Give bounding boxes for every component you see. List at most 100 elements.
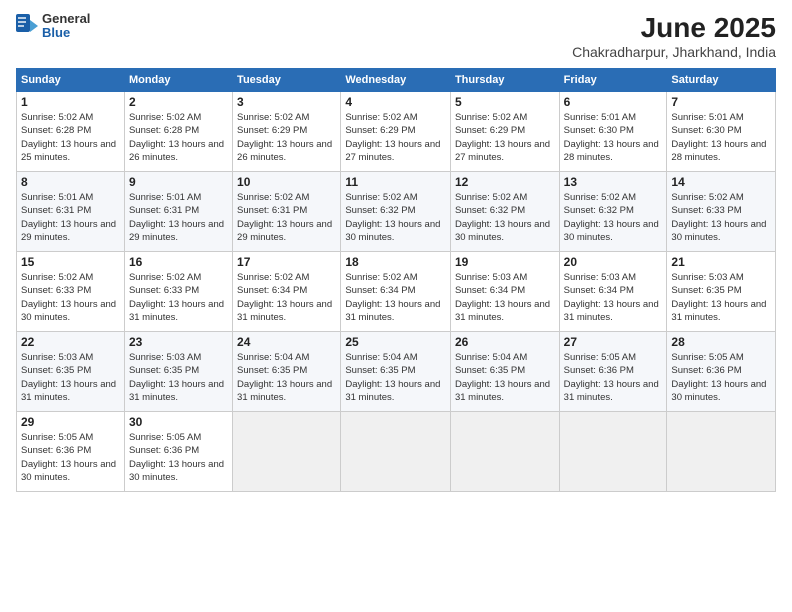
- day-number: 3: [237, 95, 336, 109]
- day-detail: Sunrise: 5:03 AMSunset: 6:34 PMDaylight:…: [455, 272, 550, 323]
- calendar-cell: 16 Sunrise: 5:02 AMSunset: 6:33 PMDaylig…: [124, 252, 232, 332]
- calendar-cell: 1 Sunrise: 5:02 AMSunset: 6:28 PMDayligh…: [17, 92, 125, 172]
- day-detail: Sunrise: 5:04 AMSunset: 6:35 PMDaylight:…: [455, 352, 550, 403]
- calendar-cell: 17 Sunrise: 5:02 AMSunset: 6:34 PMDaylig…: [233, 252, 341, 332]
- day-detail: Sunrise: 5:02 AMSunset: 6:28 PMDaylight:…: [21, 112, 116, 163]
- col-tuesday: Tuesday: [233, 69, 341, 92]
- calendar-title: June 2025: [572, 12, 776, 44]
- calendar-cell: 26 Sunrise: 5:04 AMSunset: 6:35 PMDaylig…: [450, 332, 559, 412]
- day-number: 14: [671, 175, 771, 189]
- day-detail: Sunrise: 5:02 AMSunset: 6:33 PMDaylight:…: [129, 272, 224, 323]
- day-detail: Sunrise: 5:05 AMSunset: 6:36 PMDaylight:…: [21, 432, 116, 483]
- calendar-cell: 10 Sunrise: 5:02 AMSunset: 6:31 PMDaylig…: [233, 172, 341, 252]
- logo-general-text: General: [42, 12, 90, 26]
- calendar-subtitle: Chakradharpur, Jharkhand, India: [572, 44, 776, 60]
- day-number: 18: [345, 255, 446, 269]
- calendar-cell: 15 Sunrise: 5:02 AMSunset: 6:33 PMDaylig…: [17, 252, 125, 332]
- day-detail: Sunrise: 5:04 AMSunset: 6:35 PMDaylight:…: [345, 352, 440, 403]
- day-detail: Sunrise: 5:01 AMSunset: 6:30 PMDaylight:…: [671, 112, 766, 163]
- logo-icon: [16, 12, 38, 40]
- day-number: 29: [21, 415, 120, 429]
- calendar-cell: 19 Sunrise: 5:03 AMSunset: 6:34 PMDaylig…: [450, 252, 559, 332]
- day-number: 17: [237, 255, 336, 269]
- day-number: 7: [671, 95, 771, 109]
- day-number: 11: [345, 175, 446, 189]
- day-detail: Sunrise: 5:02 AMSunset: 6:32 PMDaylight:…: [564, 192, 659, 243]
- day-number: 20: [564, 255, 663, 269]
- calendar-cell: [559, 412, 667, 492]
- day-detail: Sunrise: 5:05 AMSunset: 6:36 PMDaylight:…: [129, 432, 224, 483]
- day-detail: Sunrise: 5:02 AMSunset: 6:29 PMDaylight:…: [345, 112, 440, 163]
- calendar-header: Sunday Monday Tuesday Wednesday Thursday…: [17, 69, 776, 92]
- day-detail: Sunrise: 5:01 AMSunset: 6:31 PMDaylight:…: [129, 192, 224, 243]
- calendar-table: Sunday Monday Tuesday Wednesday Thursday…: [16, 68, 776, 492]
- day-number: 6: [564, 95, 663, 109]
- day-detail: Sunrise: 5:05 AMSunset: 6:36 PMDaylight:…: [671, 352, 766, 403]
- calendar-cell: 9 Sunrise: 5:01 AMSunset: 6:31 PMDayligh…: [124, 172, 232, 252]
- day-number: 16: [129, 255, 228, 269]
- day-detail: Sunrise: 5:02 AMSunset: 6:31 PMDaylight:…: [237, 192, 332, 243]
- calendar-cell: 14 Sunrise: 5:02 AMSunset: 6:33 PMDaylig…: [667, 172, 776, 252]
- day-number: 8: [21, 175, 120, 189]
- day-number: 26: [455, 335, 555, 349]
- logo: General Blue: [16, 12, 90, 41]
- day-detail: Sunrise: 5:03 AMSunset: 6:35 PMDaylight:…: [129, 352, 224, 403]
- day-number: 30: [129, 415, 228, 429]
- calendar-cell: [450, 412, 559, 492]
- day-detail: Sunrise: 5:02 AMSunset: 6:33 PMDaylight:…: [671, 192, 766, 243]
- calendar-cell: 2 Sunrise: 5:02 AMSunset: 6:28 PMDayligh…: [124, 92, 232, 172]
- calendar-cell: 24 Sunrise: 5:04 AMSunset: 6:35 PMDaylig…: [233, 332, 341, 412]
- day-number: 2: [129, 95, 228, 109]
- calendar-cell: 4 Sunrise: 5:02 AMSunset: 6:29 PMDayligh…: [341, 92, 451, 172]
- calendar-cell: 13 Sunrise: 5:02 AMSunset: 6:32 PMDaylig…: [559, 172, 667, 252]
- day-number: 10: [237, 175, 336, 189]
- day-detail: Sunrise: 5:03 AMSunset: 6:35 PMDaylight:…: [21, 352, 116, 403]
- day-detail: Sunrise: 5:02 AMSunset: 6:29 PMDaylight:…: [455, 112, 550, 163]
- day-detail: Sunrise: 5:02 AMSunset: 6:34 PMDaylight:…: [345, 272, 440, 323]
- day-detail: Sunrise: 5:02 AMSunset: 6:29 PMDaylight:…: [237, 112, 332, 163]
- day-detail: Sunrise: 5:02 AMSunset: 6:28 PMDaylight:…: [129, 112, 224, 163]
- calendar-cell: 27 Sunrise: 5:05 AMSunset: 6:36 PMDaylig…: [559, 332, 667, 412]
- calendar-cell: 21 Sunrise: 5:03 AMSunset: 6:35 PMDaylig…: [667, 252, 776, 332]
- page: General Blue June 2025 Chakradharpur, Jh…: [0, 0, 792, 612]
- calendar-cell: 30 Sunrise: 5:05 AMSunset: 6:36 PMDaylig…: [124, 412, 232, 492]
- day-number: 5: [455, 95, 555, 109]
- day-number: 27: [564, 335, 663, 349]
- day-detail: Sunrise: 5:04 AMSunset: 6:35 PMDaylight:…: [237, 352, 332, 403]
- day-detail: Sunrise: 5:02 AMSunset: 6:32 PMDaylight:…: [455, 192, 550, 243]
- day-detail: Sunrise: 5:02 AMSunset: 6:34 PMDaylight:…: [237, 272, 332, 323]
- day-number: 22: [21, 335, 120, 349]
- col-monday: Monday: [124, 69, 232, 92]
- col-thursday: Thursday: [450, 69, 559, 92]
- calendar-cell: 23 Sunrise: 5:03 AMSunset: 6:35 PMDaylig…: [124, 332, 232, 412]
- calendar-cell: [667, 412, 776, 492]
- day-detail: Sunrise: 5:01 AMSunset: 6:31 PMDaylight:…: [21, 192, 116, 243]
- day-number: 13: [564, 175, 663, 189]
- header: General Blue June 2025 Chakradharpur, Jh…: [16, 12, 776, 60]
- col-sunday: Sunday: [17, 69, 125, 92]
- calendar-cell: 7 Sunrise: 5:01 AMSunset: 6:30 PMDayligh…: [667, 92, 776, 172]
- calendar-cell: 6 Sunrise: 5:01 AMSunset: 6:30 PMDayligh…: [559, 92, 667, 172]
- day-number: 23: [129, 335, 228, 349]
- day-number: 28: [671, 335, 771, 349]
- calendar-cell: 3 Sunrise: 5:02 AMSunset: 6:29 PMDayligh…: [233, 92, 341, 172]
- day-number: 9: [129, 175, 228, 189]
- title-block: June 2025 Chakradharpur, Jharkhand, Indi…: [572, 12, 776, 60]
- day-number: 25: [345, 335, 446, 349]
- logo-text: General Blue: [42, 12, 90, 41]
- calendar-cell: 28 Sunrise: 5:05 AMSunset: 6:36 PMDaylig…: [667, 332, 776, 412]
- day-detail: Sunrise: 5:05 AMSunset: 6:36 PMDaylight:…: [564, 352, 659, 403]
- day-detail: Sunrise: 5:03 AMSunset: 6:35 PMDaylight:…: [671, 272, 766, 323]
- calendar-cell: 5 Sunrise: 5:02 AMSunset: 6:29 PMDayligh…: [450, 92, 559, 172]
- day-detail: Sunrise: 5:02 AMSunset: 6:33 PMDaylight:…: [21, 272, 116, 323]
- calendar-cell: [341, 412, 451, 492]
- calendar-cell: 20 Sunrise: 5:03 AMSunset: 6:34 PMDaylig…: [559, 252, 667, 332]
- logo-blue-text: Blue: [42, 26, 90, 40]
- col-wednesday: Wednesday: [341, 69, 451, 92]
- day-number: 21: [671, 255, 771, 269]
- day-number: 1: [21, 95, 120, 109]
- calendar-cell: 29 Sunrise: 5:05 AMSunset: 6:36 PMDaylig…: [17, 412, 125, 492]
- calendar-cell: 11 Sunrise: 5:02 AMSunset: 6:32 PMDaylig…: [341, 172, 451, 252]
- day-detail: Sunrise: 5:02 AMSunset: 6:32 PMDaylight:…: [345, 192, 440, 243]
- day-number: 12: [455, 175, 555, 189]
